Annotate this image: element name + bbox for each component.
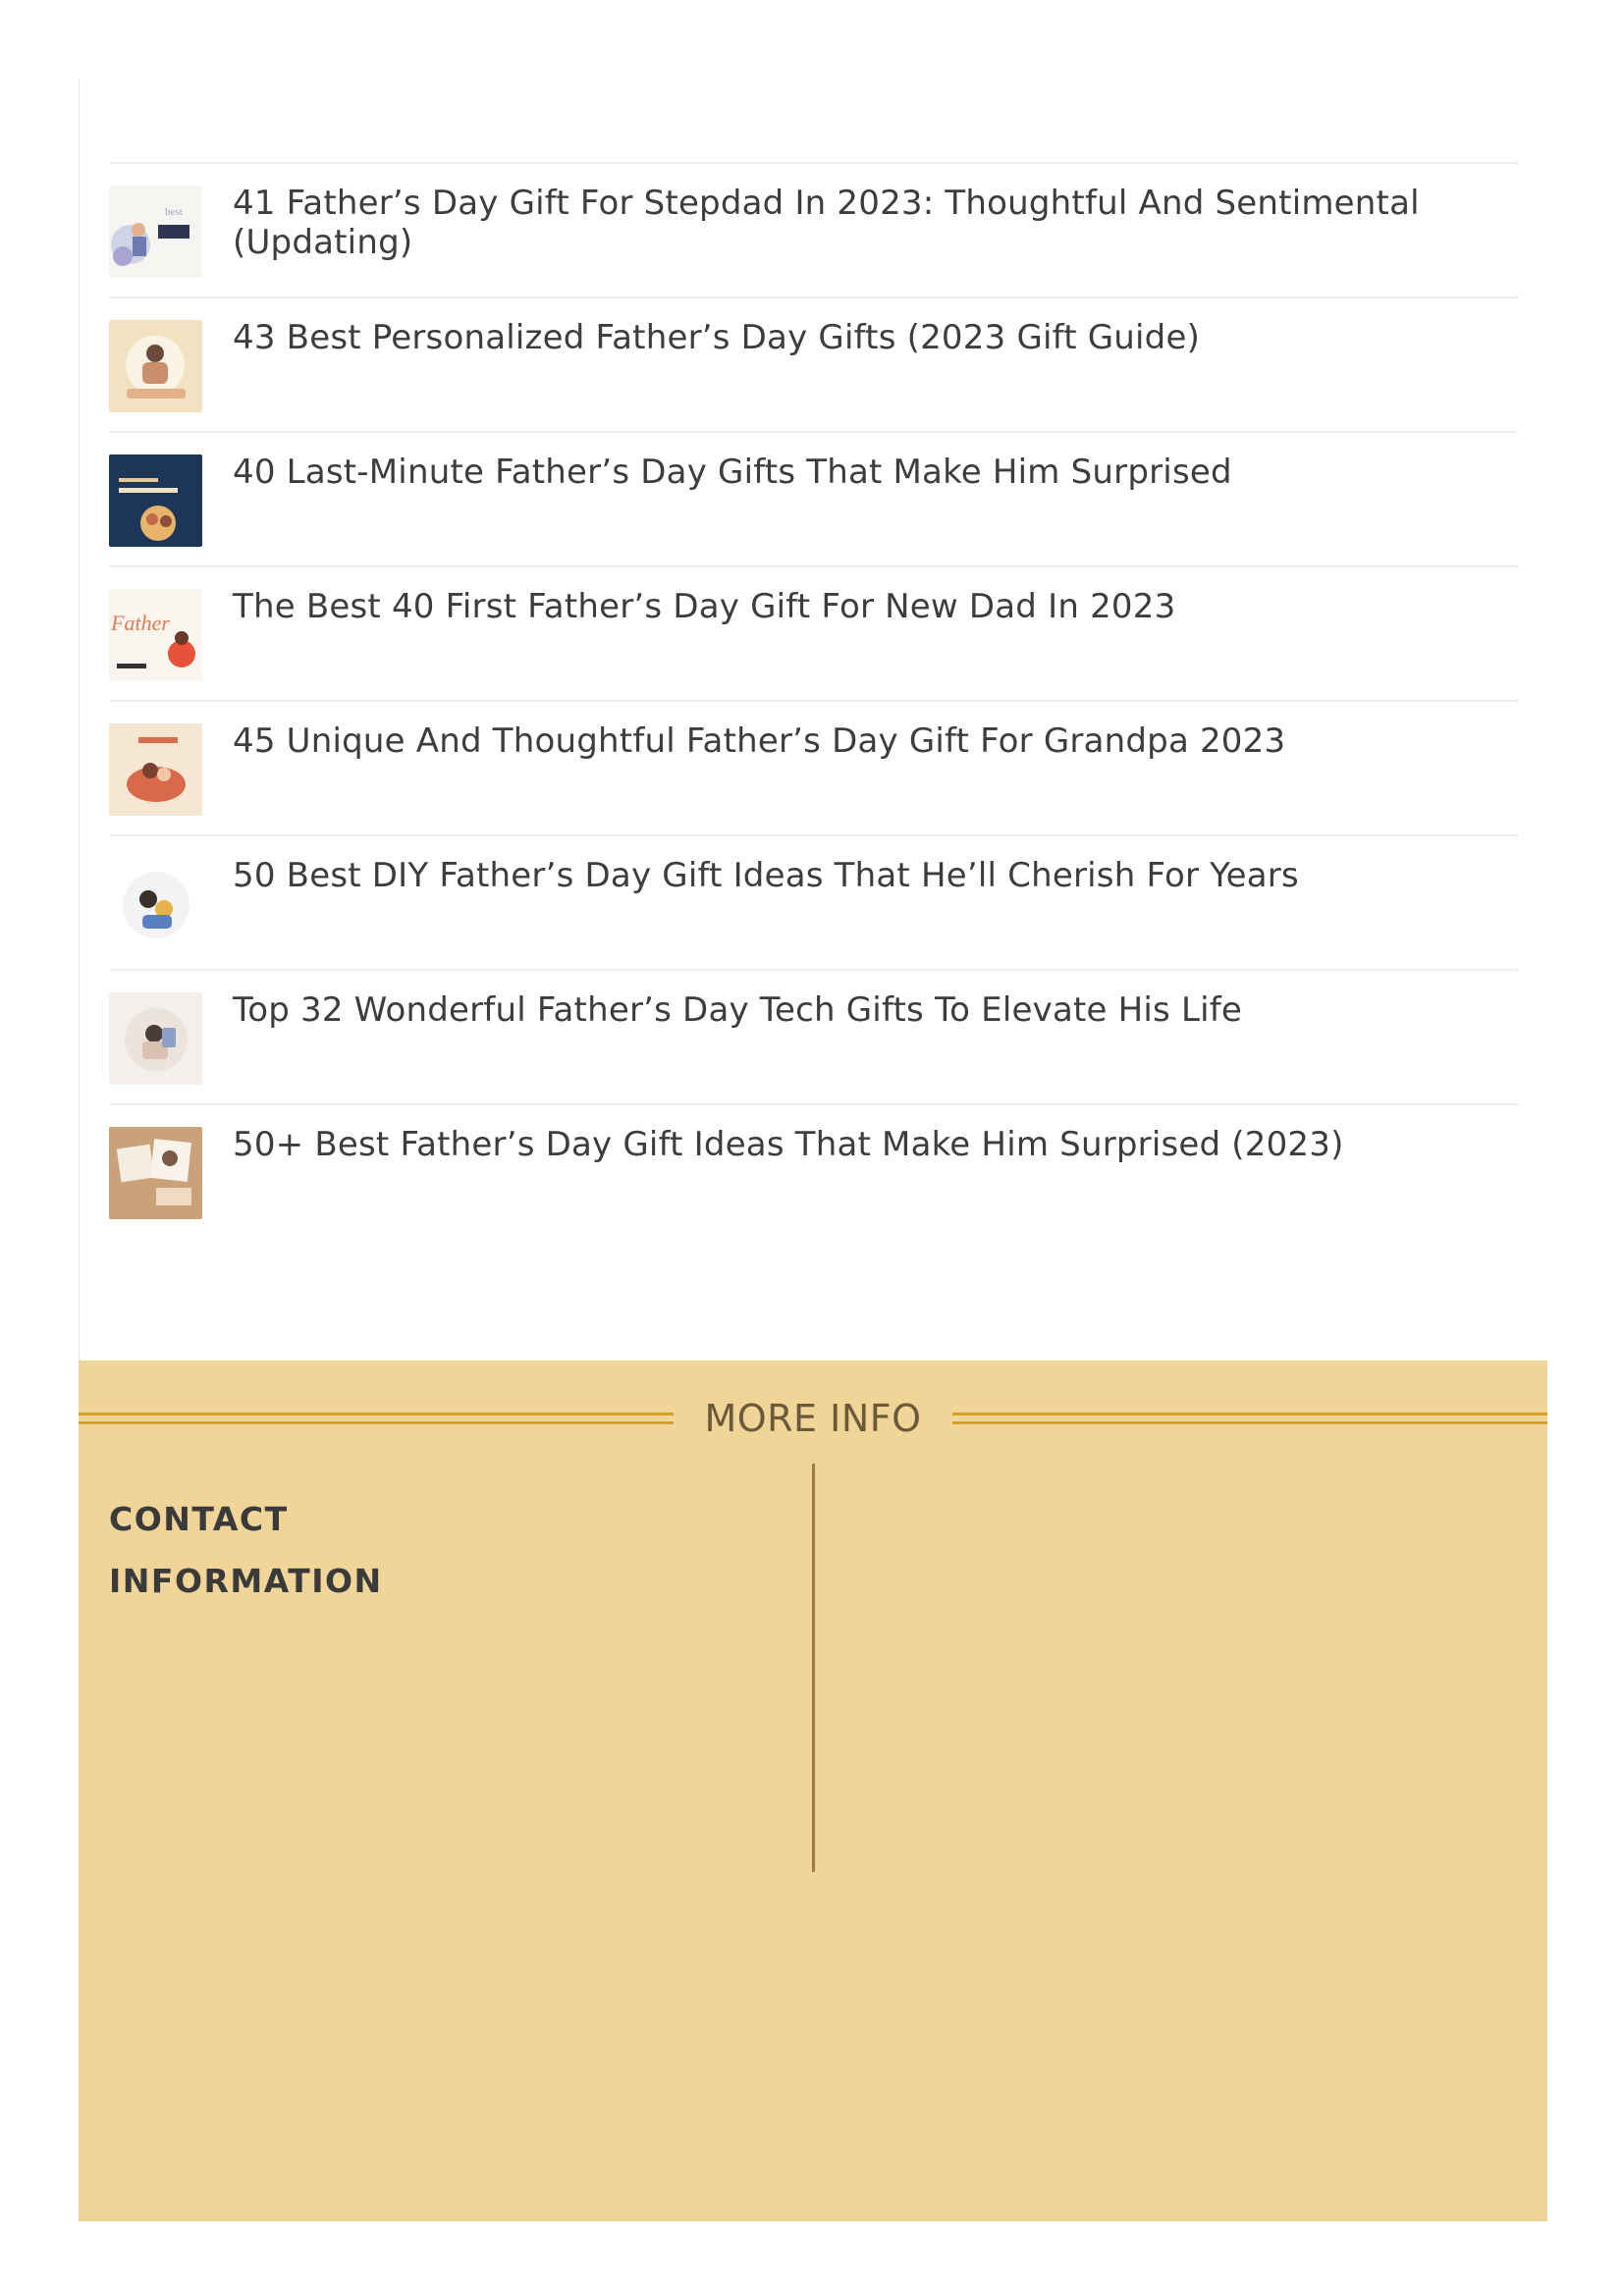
post-title-link[interactable]: 43 Best Personalized Father’s Day Gifts …	[233, 318, 1460, 357]
decorative-double-line-left	[79, 1413, 674, 1424]
happy-fathers-day-lettering-thumbnail[interactable]: Father	[109, 589, 202, 681]
list-item: 43 Best Personalized Father’s Day Gifts …	[109, 296, 1518, 431]
tech-gifts-circle-thumbnail[interactable]	[109, 992, 202, 1085]
contact-information-heading: CONTACT INFORMATION	[109, 1500, 383, 1600]
svg-text:best: best	[165, 206, 183, 218]
decorative-double-line-right	[952, 1413, 1547, 1424]
list-item: 40 Last-Minute Father’s Day Gifts That M…	[109, 431, 1518, 565]
list-item: best 41 Father’s Day Gift For Stepdad In…	[109, 162, 1518, 296]
best-dad-card-thumbnail[interactable]: best	[109, 186, 202, 278]
post-title-link[interactable]: The Best 40 First Father’s Day Gift For …	[233, 587, 1460, 626]
list-item: 50+ Best Father’s Day Gift Ideas That Ma…	[109, 1103, 1518, 1238]
related-posts-list: best 41 Father’s Day Gift For Stepdad In…	[109, 162, 1518, 1238]
post-title-link[interactable]: 41 Father’s Day Gift For Stepdad In 2023…	[233, 184, 1460, 262]
list-item: Top 32 Wonderful Father’s Day Tech Gifts…	[109, 969, 1518, 1103]
content-left-border	[79, 79, 80, 1374]
post-title-link[interactable]: 50 Best DIY Father’s Day Gift Ideas That…	[233, 856, 1460, 895]
post-title-link[interactable]: 50+ Best Father’s Day Gift Ideas That Ma…	[233, 1125, 1460, 1164]
footer-header: MORE INFO	[79, 1394, 1547, 1443]
post-title-link[interactable]: Top 32 Wonderful Father’s Day Tech Gifts…	[233, 990, 1460, 1030]
footer-title: MORE INFO	[704, 1397, 922, 1440]
post-title-link[interactable]: 40 Last-Minute Father’s Day Gifts That M…	[233, 453, 1460, 492]
last-minute-gifts-navy-thumbnail[interactable]	[109, 454, 202, 547]
list-item: 50 Best DIY Father’s Day Gift Ideas That…	[109, 834, 1518, 969]
list-item: 45 Unique And Thoughtful Father’s Day Gi…	[109, 700, 1518, 834]
diy-gift-circle-thumbnail[interactable]	[109, 858, 202, 950]
footer-more-info: MORE INFO CONTACT INFORMATION	[79, 1361, 1547, 2221]
svg-text:Father: Father	[110, 611, 170, 635]
photo-collage-thumbnail[interactable]	[109, 1127, 202, 1219]
dad-child-portrait-thumbnail[interactable]	[109, 320, 202, 412]
grandpa-sofa-thumbnail[interactable]	[109, 723, 202, 816]
list-item: Father The Best 40 First Father’s Day Gi…	[109, 565, 1518, 700]
column-divider	[812, 1464, 815, 1872]
post-title-link[interactable]: 45 Unique And Thoughtful Father’s Day Gi…	[233, 721, 1460, 761]
